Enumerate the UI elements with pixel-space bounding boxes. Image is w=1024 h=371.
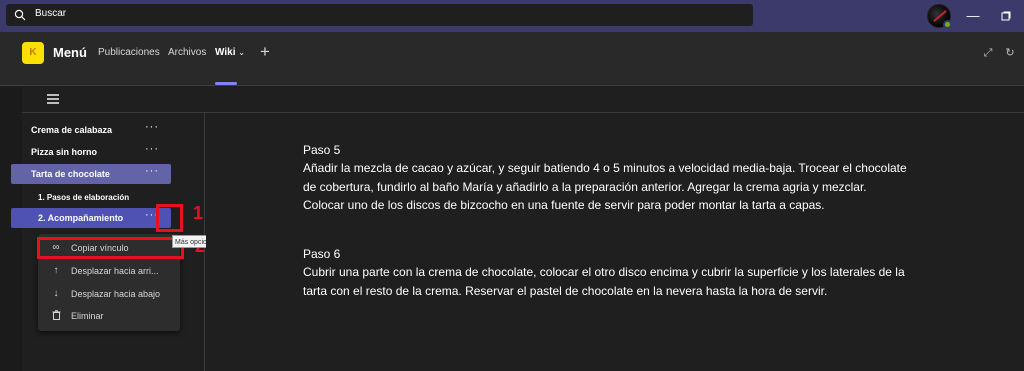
arrow-up-icon: ↑ <box>53 265 59 276</box>
menu-item-label: Eliminar <box>71 311 104 321</box>
chevron-down-icon: ⌄ <box>238 48 245 57</box>
channel-header: K Menú Publicaciones Archivos Wiki ⌄ + ⤢… <box>0 32 1024 86</box>
sidebar-item-pasos-de-elaboracion[interactable]: 1. Pasos de elaboración <box>11 187 171 207</box>
sidebar-item-label: 1. Pasos de elaboración <box>38 193 130 202</box>
tab-archivos[interactable]: Archivos <box>168 47 206 58</box>
tab-publicaciones[interactable]: Publicaciones <box>98 47 160 58</box>
arrow-down-icon: ↓ <box>53 288 59 299</box>
presence-status-icon <box>943 20 952 29</box>
highlight-more-options <box>156 204 183 232</box>
sidebar-item-label: Pizza sin horno <box>31 147 98 157</box>
menu-item-desplazar-arriba[interactable]: ↑ Desplazar hacia arri... <box>38 260 180 282</box>
active-tab-indicator <box>215 82 237 85</box>
add-tab-icon[interactable]: + <box>260 42 270 62</box>
more-options-icon[interactable]: ··· <box>145 121 159 133</box>
menu-item-label: Desplazar hacia abajo <box>71 289 161 299</box>
tab-wiki-label: Wiki <box>215 47 236 58</box>
expand-icon[interactable]: ⤢ <box>980 45 996 61</box>
more-options-icon[interactable]: ··· <box>145 143 159 155</box>
search-box[interactable]: Buscar <box>6 4 753 26</box>
more-options-icon[interactable]: ··· <box>145 165 159 177</box>
highlight-copiar-vinculo <box>37 237 184 259</box>
menu-item-eliminar[interactable]: Eliminar <box>38 305 180 327</box>
step-5-title: Paso 5 <box>303 143 341 157</box>
step-6-body: Cubrir una parte con la crema de chocola… <box>303 265 905 298</box>
restore-icon[interactable] <box>996 6 1016 26</box>
wiki-page-content: Paso 5 Añadir la mezcla de cacao y azúca… <box>206 113 1024 371</box>
search-placeholder: Buscar <box>35 8 67 19</box>
refresh-icon[interactable]: ↻ <box>1002 45 1018 61</box>
annotation-number-1: 1 <box>193 203 204 223</box>
team-logo: K <box>22 42 44 64</box>
sidebar-item-tarta-de-chocolate[interactable]: Tarta de chocolate ··· <box>11 164 171 184</box>
step-5-body: Añadir la mezcla de cacao y azúcar, y se… <box>303 161 907 212</box>
sidebar-item-crema-de-calabaza[interactable]: Crema de calabaza ··· <box>11 120 171 140</box>
avatar[interactable] <box>927 4 952 29</box>
trash-icon <box>50 310 62 322</box>
sidebar-item-pizza-sin-horno[interactable]: Pizza sin horno ··· <box>11 142 171 162</box>
menu-item-label: Desplazar hacia arri... <box>71 266 159 276</box>
channel-name: Menú <box>53 45 87 60</box>
title-bar: Buscar — <box>0 0 1024 32</box>
menu-item-desplazar-abajo[interactable]: ↓ Desplazar hacia abajo <box>38 283 180 305</box>
minimize-icon[interactable]: — <box>963 6 983 26</box>
hamburger-menu-icon[interactable] <box>47 94 59 104</box>
sidebar-item-acompanamiento[interactable]: 2. Acompañamiento ··· <box>11 208 171 228</box>
sidebar-item-label: 2. Acompañamiento <box>38 213 124 223</box>
sidebar-item-label: Tarta de chocolate <box>31 169 110 179</box>
wiki-toolbar <box>22 87 1024 113</box>
tab-wiki[interactable]: Wiki ⌄ <box>215 47 245 58</box>
step-6-title: Paso 6 <box>303 247 341 261</box>
sidebar-item-label: Crema de calabaza <box>31 125 113 135</box>
search-icon <box>14 9 26 21</box>
